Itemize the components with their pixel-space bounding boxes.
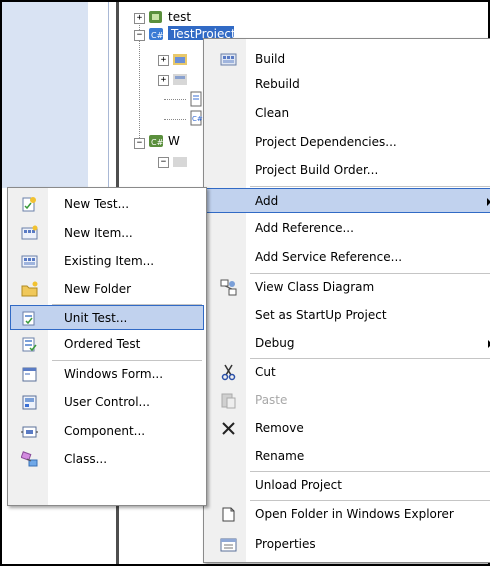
tree-node-w[interactable]: W xyxy=(168,133,180,149)
collapse-icon[interactable]: − xyxy=(134,138,145,149)
submenu-item-new-test[interactable]: New Test... xyxy=(10,192,204,217)
folder-icon xyxy=(172,153,188,169)
menu-item-unload-project[interactable]: Unload Project xyxy=(206,473,490,498)
open-folder-icon xyxy=(220,506,237,523)
class-icon xyxy=(20,451,38,468)
existing-item-icon xyxy=(21,253,38,270)
collapse-icon[interactable]: − xyxy=(134,30,145,41)
menu-item-paste[interactable]: Paste xyxy=(206,388,490,413)
submenu-item-windows-form[interactable]: Windows Form... xyxy=(10,362,204,387)
menu-item-properties[interactable]: Properties xyxy=(206,532,490,557)
menu-item-project-build-order[interactable]: Project Build Order... xyxy=(206,158,490,183)
menu-item-project-dependencies[interactable]: Project Dependencies... xyxy=(206,130,490,155)
unit-test-icon xyxy=(21,310,38,327)
remove-icon xyxy=(220,420,237,437)
menu-separator xyxy=(250,500,490,501)
svg-text:C#: C# xyxy=(192,115,203,123)
menu-item-open-folder[interactable]: Open Folder in Windows Explorer xyxy=(206,502,490,527)
expand-icon[interactable]: + xyxy=(158,55,169,66)
add-submenu: New Test... New Item... Existing Item...… xyxy=(7,187,207,506)
paste-icon xyxy=(220,392,237,409)
csharp-project-icon: C# xyxy=(148,133,164,149)
properties-icon xyxy=(220,536,237,553)
tree-line xyxy=(164,99,186,100)
menu-item-debug[interactable]: Debug xyxy=(206,331,490,356)
menu-item-add[interactable]: Add xyxy=(206,188,490,213)
menu-item-clean[interactable]: Clean xyxy=(206,101,490,126)
menu-separator xyxy=(250,358,490,359)
expand-icon[interactable]: + xyxy=(134,13,145,24)
windows-form-icon xyxy=(21,366,38,383)
menu-item-rebuild[interactable]: Rebuild xyxy=(206,72,490,97)
menu-item-rename[interactable]: Rename xyxy=(206,444,490,469)
file-icon xyxy=(188,91,204,107)
submenu-item-user-control[interactable]: User Control... xyxy=(10,390,204,415)
submenu-item-unit-test[interactable]: Unit Test... xyxy=(10,305,204,330)
new-test-icon xyxy=(21,196,38,213)
expand-icon[interactable]: + xyxy=(158,75,169,86)
submenu-item-new-folder[interactable]: New Folder xyxy=(10,277,204,302)
collapse-icon[interactable]: − xyxy=(158,157,169,168)
menu-separator xyxy=(250,186,490,187)
menu-item-cut[interactable]: Cut xyxy=(206,360,490,385)
project-icon xyxy=(148,9,164,25)
svg-text:C#: C# xyxy=(151,138,164,147)
submenu-item-existing-item[interactable]: Existing Item... xyxy=(10,249,204,274)
menu-separator xyxy=(250,273,490,274)
properties-folder-icon xyxy=(172,51,188,67)
component-icon xyxy=(21,423,38,440)
panel-divider xyxy=(108,2,109,188)
ordered-test-icon xyxy=(21,336,38,353)
new-folder-icon xyxy=(21,281,38,298)
csharp-file-icon: C# xyxy=(188,110,204,126)
tree-node-test[interactable]: test xyxy=(168,9,191,25)
menu-item-add-reference[interactable]: Add Reference... xyxy=(206,216,490,241)
tree-line xyxy=(164,119,186,120)
menu-item-add-service-reference[interactable]: Add Service Reference... xyxy=(206,245,490,270)
csharp-project-icon: C# xyxy=(148,26,164,42)
submenu-item-class[interactable]: Class... xyxy=(10,447,204,472)
class-diagram-icon xyxy=(220,279,237,296)
menu-separator xyxy=(250,471,490,472)
left-panel-background xyxy=(2,2,88,188)
submenu-item-ordered-test[interactable]: Ordered Test xyxy=(10,332,204,357)
menu-item-remove[interactable]: Remove xyxy=(206,416,490,441)
new-item-icon xyxy=(21,225,38,242)
cut-icon xyxy=(220,364,237,381)
menu-separator xyxy=(52,360,202,361)
references-icon xyxy=(172,71,188,87)
menu-item-set-startup-project[interactable]: Set as StartUp Project xyxy=(206,303,490,328)
submenu-item-new-item[interactable]: New Item... xyxy=(10,221,204,246)
project-context-menu: Build Rebuild Clean Project Dependencies… xyxy=(203,38,490,563)
build-icon xyxy=(220,51,237,68)
menu-item-build[interactable]: Build xyxy=(206,47,490,72)
svg-text:C#: C# xyxy=(151,31,164,40)
user-control-icon xyxy=(21,394,38,411)
menu-item-view-class-diagram[interactable]: View Class Diagram xyxy=(206,275,490,300)
submenu-item-component[interactable]: Component... xyxy=(10,419,204,444)
